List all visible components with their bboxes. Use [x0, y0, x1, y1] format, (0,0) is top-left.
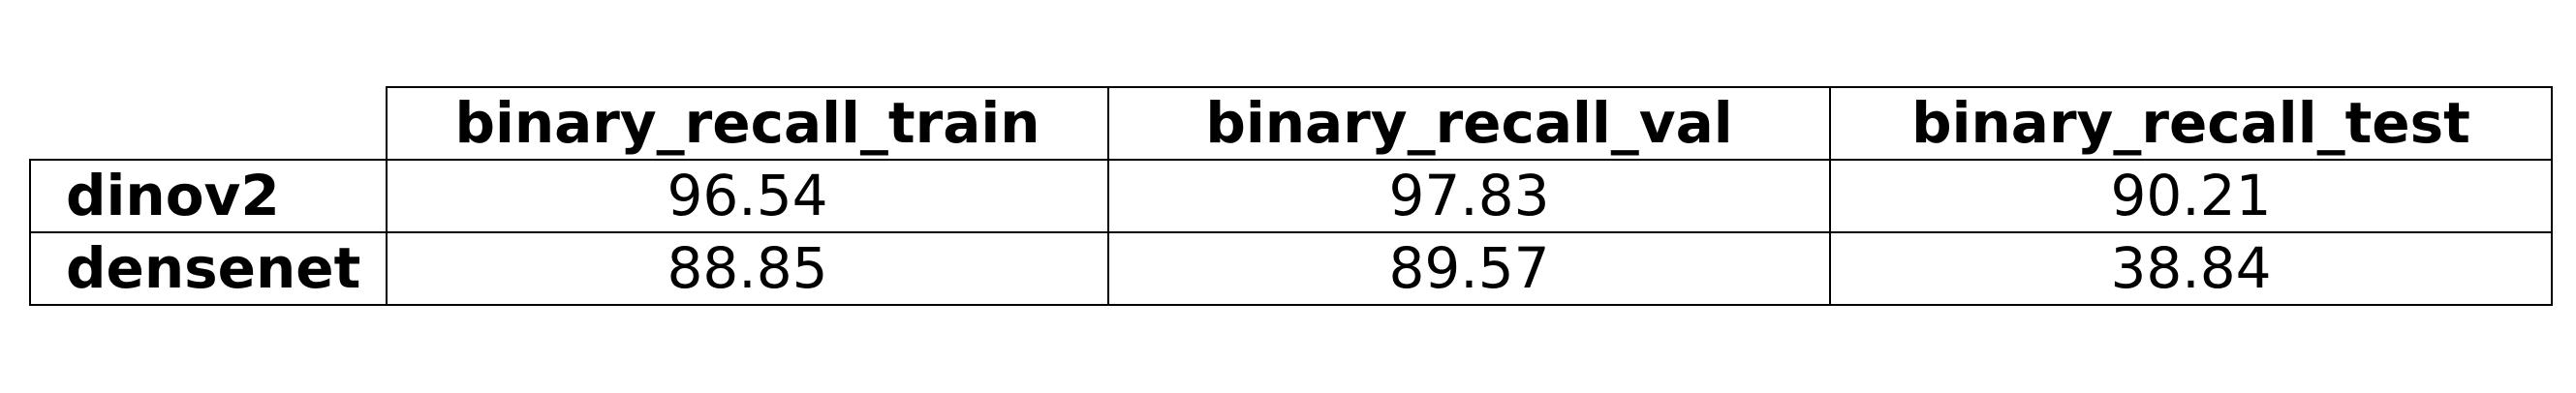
- table-cell: 90.21: [1829, 159, 2553, 233]
- header-row: binary_recall_train binary_recall_val bi…: [30, 86, 2553, 161]
- table-cell: 89.57: [1107, 231, 1831, 306]
- table-cell: 96.54: [386, 159, 1109, 233]
- corner-cell: [30, 87, 388, 161]
- table-row: dinov2 96.54 97.83 90.21: [29, 159, 2553, 233]
- column-header-binary-recall-train: binary_recall_train: [386, 86, 1109, 161]
- table-cell: 38.84: [1829, 231, 2553, 306]
- table-cell: 88.85: [386, 231, 1109, 306]
- results-table: binary_recall_train binary_recall_val bi…: [29, 86, 2553, 306]
- row-header-densenet: densenet: [29, 231, 388, 306]
- column-header-binary-recall-val: binary_recall_val: [1107, 86, 1831, 161]
- row-header-dinov2: dinov2: [29, 159, 388, 233]
- column-header-binary-recall-test: binary_recall_test: [1829, 86, 2553, 161]
- table-cell: 97.83: [1107, 159, 1831, 233]
- table-row: densenet 88.85 89.57 38.84: [29, 231, 2553, 306]
